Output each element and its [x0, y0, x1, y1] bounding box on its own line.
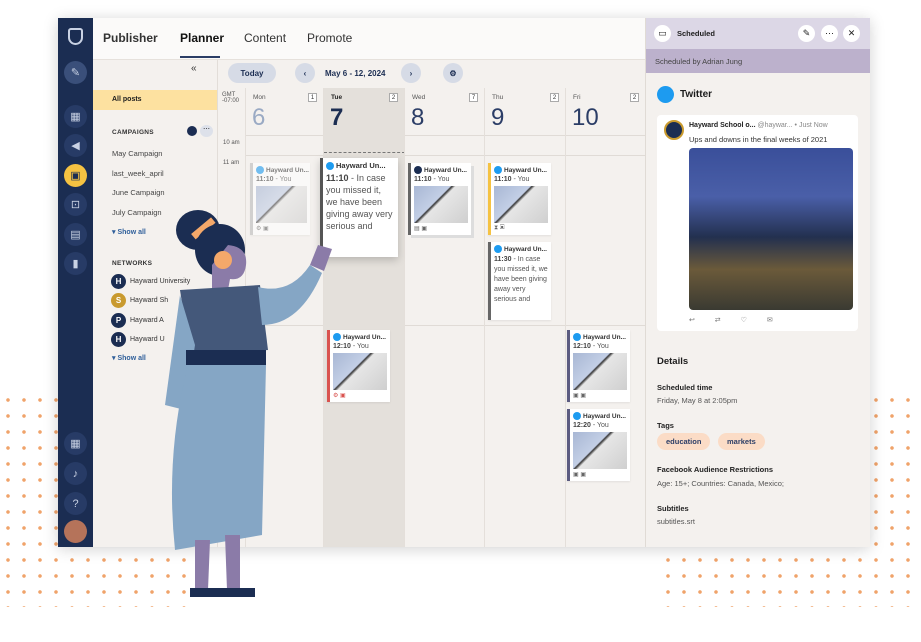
twitter-icon	[573, 412, 581, 420]
date-range: May 6 - 12, 2024	[325, 69, 386, 78]
post-image	[494, 186, 548, 223]
post-image	[333, 353, 387, 390]
sidebar-item-all-posts[interactable]: All posts	[93, 90, 217, 110]
dashboard-icon[interactable]: ▦	[64, 105, 87, 128]
scheduled-by-bar: Scheduled by Adrian Jung	[646, 49, 870, 73]
top-tabs: Publisher Planner Content Promote	[93, 18, 645, 60]
network-avatar: S	[111, 293, 126, 308]
twitter-icon	[494, 245, 502, 253]
owl-logo-icon	[68, 28, 83, 45]
show-all-campaigns[interactable]: ▾ Show all	[112, 228, 146, 236]
compose-icon[interactable]: ✎	[64, 61, 87, 84]
time-label: 10 am	[223, 140, 240, 146]
collapse-button[interactable]: «	[191, 63, 197, 74]
post-preview-panel: ▭ Scheduled ✎ ⋯ ✕ Scheduled by Adrian Ju…	[645, 18, 870, 547]
tweet-preview: Hayward School o... @haywar... • Just No…	[657, 115, 858, 331]
post-icons: ⚙ ▣	[333, 393, 346, 399]
avatar[interactable]	[64, 520, 87, 543]
tweet-image	[689, 148, 853, 310]
status-label: Scheduled	[677, 29, 715, 38]
networks-heading: NETWORKS	[112, 260, 153, 267]
post-card[interactable]: Hayward Un... 12:20 - You ▣ ▣	[567, 409, 630, 481]
timezone-label: GMT -07:00	[222, 92, 240, 104]
account-avatar	[664, 120, 684, 140]
scheduled-time-label: Scheduled time	[657, 383, 713, 392]
next-week-button[interactable]: ›	[401, 63, 421, 83]
post-icons: ▣ ▣	[573, 472, 587, 478]
network-avatar: P	[111, 313, 126, 328]
analytics-icon[interactable]: ▮	[64, 252, 87, 275]
tag-chip[interactable]: education	[657, 433, 711, 450]
twitter-icon	[657, 86, 674, 103]
facebook-icon	[414, 166, 422, 174]
clipboard-icon[interactable]: ▤	[64, 223, 87, 246]
network-avatar: H	[111, 332, 126, 347]
inbox-icon[interactable]: ⊡	[64, 193, 87, 216]
twitter-icon	[326, 161, 334, 170]
twitter-icon	[573, 333, 581, 341]
apps-icon[interactable]: ▦	[64, 432, 87, 455]
active-tab-underline	[180, 56, 220, 58]
tag-chip[interactable]: markets	[718, 433, 765, 450]
post-card[interactable]: Hayward Un... 11:10 - You ▤ ▣	[408, 163, 471, 235]
twitter-icon	[494, 166, 502, 174]
subtitles-label: Subtitles	[657, 504, 689, 513]
restrictions-value: Age: 15+; Countries: Canada, Mexico;	[657, 479, 784, 488]
campaign-item[interactable]: May Campaign	[112, 149, 162, 158]
app-title: Publisher	[103, 31, 158, 45]
post-image	[573, 353, 627, 390]
post-image	[573, 432, 627, 469]
add-campaign-button[interactable]	[187, 126, 197, 136]
help-icon[interactable]: ?	[64, 492, 87, 515]
network-title: Twitter	[680, 89, 713, 100]
post-icons: ▣ ▣	[573, 393, 587, 399]
post-icons: ▤ ▣	[414, 226, 428, 232]
restrictions-label: Facebook Audience Restrictions	[657, 465, 774, 474]
post-image	[414, 186, 468, 223]
panel-header: ▭ Scheduled ✎ ⋯ ✕	[646, 18, 870, 49]
network-avatar: H	[111, 274, 126, 289]
calendar-icon[interactable]: ▣	[64, 164, 87, 187]
tab-promote[interactable]: Promote	[307, 31, 352, 45]
current-time-line	[324, 152, 405, 153]
tweet-meta: Hayward School o... @haywar... • Just No…	[689, 122, 828, 129]
tweet-text: Ups and downs in the final weeks of 2021	[689, 135, 828, 144]
subtitles-value: subtitles.srt	[657, 517, 695, 526]
campaigns-heading: CAMPAIGNS	[112, 129, 154, 136]
more-campaign-button[interactable]: ⋯	[200, 125, 213, 137]
scheduled-time-value: Friday, May 8 at 2:05pm	[657, 396, 738, 405]
close-button[interactable]: ✕	[843, 25, 860, 42]
settings-button[interactable]: ⚙	[443, 63, 463, 83]
details-heading: Details	[657, 356, 689, 367]
post-card[interactable]: Hayward Un... 11:10 - You ⧗ ▣	[488, 163, 551, 235]
post-card[interactable]: Hayward Un... 11:30 - In case you missed …	[488, 242, 551, 320]
megaphone-icon[interactable]: ◀	[64, 134, 87, 157]
tags-label: Tags	[657, 421, 674, 430]
tab-content[interactable]: Content	[244, 31, 286, 45]
more-button[interactable]: ⋯	[821, 25, 838, 42]
campaign-item[interactable]: June Campaign	[112, 188, 165, 197]
day-column-wed: Wed 7 8	[404, 88, 484, 547]
twitter-icon	[256, 166, 264, 174]
time-label: 11 am	[223, 160, 240, 166]
tab-planner[interactable]: Planner	[180, 31, 224, 45]
edit-button[interactable]: ✎	[798, 25, 815, 42]
woman-illustration	[165, 210, 332, 597]
show-all-networks[interactable]: ▾ Show all	[112, 354, 146, 362]
prev-week-button[interactable]: ‹	[295, 63, 315, 83]
campaign-item[interactable]: last_week_april	[112, 169, 164, 178]
calendar-icon: ▭	[654, 25, 671, 42]
left-nav: ✎ ▦ ◀ ▣ ⊡ ▤ ▮ ▦ ♪ ?	[58, 18, 93, 547]
post-icons: ⧗ ▣	[494, 225, 505, 231]
tweet-actions[interactable]: ↩ ⇄ ♡ ✉	[689, 316, 773, 324]
today-button[interactable]: Today	[228, 63, 276, 83]
bell-icon[interactable]: ♪	[64, 462, 87, 485]
post-card[interactable]: Hayward Un... 12:10 - You ▣ ▣	[567, 330, 630, 402]
